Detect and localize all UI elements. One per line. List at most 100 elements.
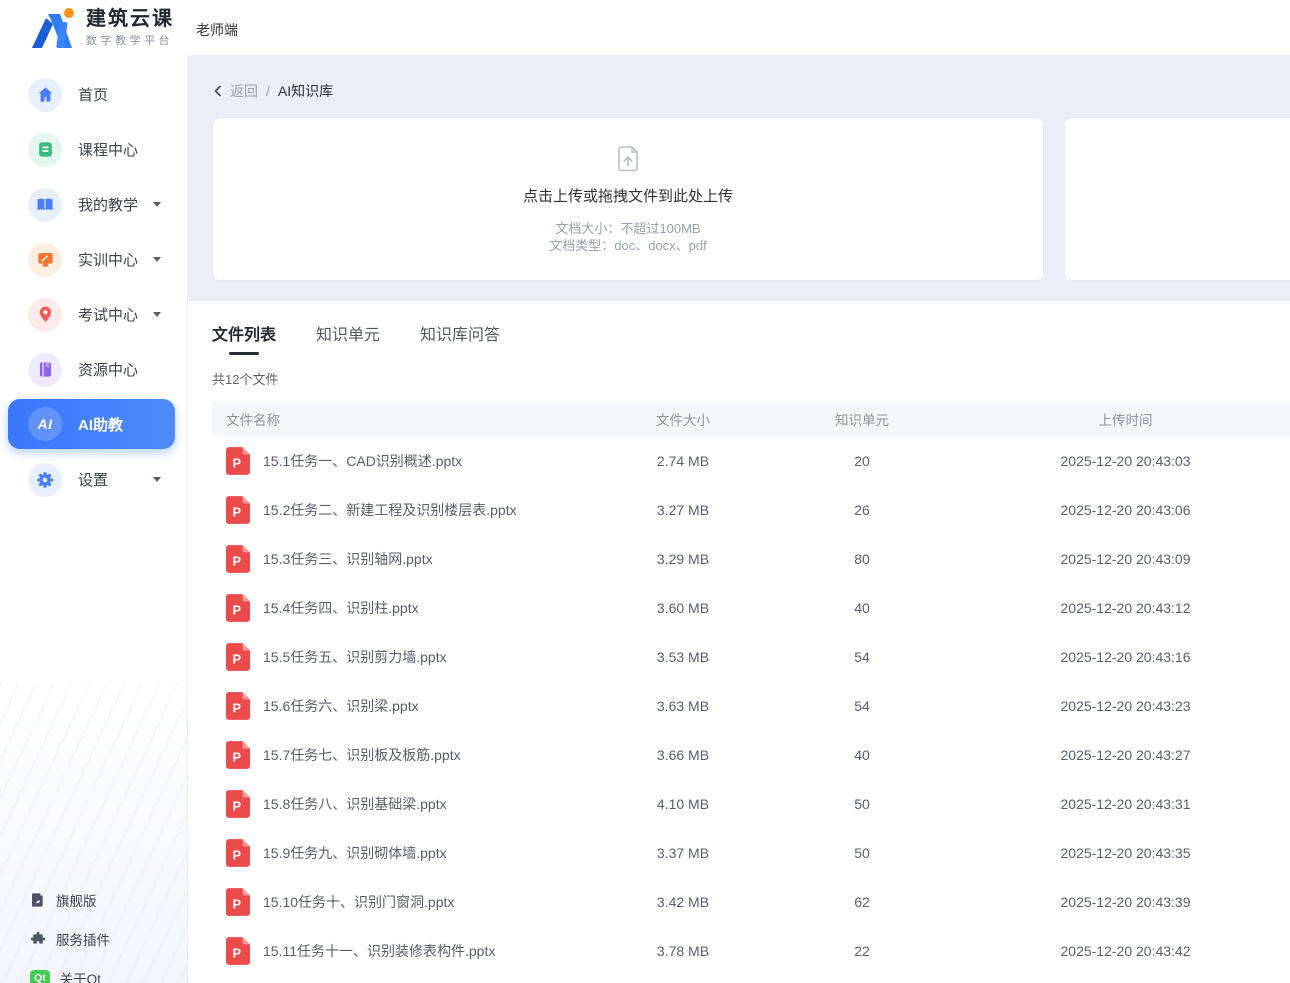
file-name: 15.7任务七、识别板及板筋.pptx: [263, 745, 461, 765]
main-content: 返回 / AI知识库 点击上传或拖拽文件到此处上传 文档大小：不超过100MB …: [188, 55, 1290, 983]
svg-text:P: P: [232, 455, 241, 470]
sidebar-item-label: 资源中心: [78, 359, 138, 380]
knowledge-unit-count: 62: [763, 894, 961, 910]
svg-text:P: P: [232, 553, 241, 568]
upload-type-hint: 文档类型：doc、docx、pdf: [549, 237, 707, 254]
chevron-left-icon[interactable]: [212, 85, 224, 97]
flagship-doc-icon: [30, 892, 46, 908]
pptx-file-icon: P: [226, 839, 250, 867]
sidebar-item-label: AI助教: [78, 414, 123, 435]
brand-logo: 建筑云课 数字教学平台: [0, 6, 174, 50]
upload-time: 2025-12-20 20:43:27: [961, 747, 1290, 763]
ai-brand-logo-icon: [26, 6, 78, 50]
file-name: 15.5任务五、识别剪力墙.pptx: [263, 647, 447, 667]
sidebar-footer: 旗舰版 服务插件 Qt 关于Qt: [0, 880, 187, 983]
upload-time: 2025-12-20 20:43:09: [961, 551, 1290, 567]
sidebar-item-label: 课程中心: [78, 139, 138, 160]
sidebar-item-resource-center[interactable]: 资源中心: [0, 342, 187, 397]
sidebar-item-training-center[interactable]: 实训中心: [0, 232, 187, 287]
table-row[interactable]: P 15.2任务二、新建工程及识别楼层表.pptx 3.27 MB 26 202…: [212, 485, 1290, 534]
chevron-down-icon: [153, 202, 161, 207]
breadcrumb-separator: /: [266, 83, 270, 99]
tab-knowledge-qa[interactable]: 知识库问答: [420, 321, 500, 355]
sidebar-item-home[interactable]: 首页: [0, 67, 187, 122]
chevron-down-icon: [153, 257, 161, 262]
footer-item-about-qt[interactable]: Qt 关于Qt: [30, 958, 187, 983]
secondary-card: [1064, 117, 1290, 281]
svg-text:P: P: [232, 504, 241, 519]
sidebar-item-ai-assistant[interactable]: AI AI助教: [8, 399, 175, 449]
knowledge-unit-count: 20: [763, 453, 961, 469]
knowledge-unit-count: 26: [763, 502, 961, 518]
sidebar-item-label: 我的教学: [78, 194, 138, 215]
file-name: 15.8任务八、识别基础梁.pptx: [263, 794, 447, 814]
gear-icon: [28, 463, 62, 497]
footer-item-flagship[interactable]: 旗舰版: [30, 880, 187, 919]
table-row[interactable]: P 15.8任务八、识别基础梁.pptx 4.10 MB 50 2025-12-…: [212, 779, 1290, 828]
pptx-file-icon: P: [226, 937, 250, 965]
file-size: 4.10 MB: [603, 796, 763, 812]
sidebar-item-settings[interactable]: 设置: [0, 452, 187, 507]
upload-time: 2025-12-20 20:43:31: [961, 796, 1290, 812]
table-row[interactable]: P 15.3任务三、识别轴网.pptx 3.29 MB 80 2025-12-2…: [212, 534, 1290, 583]
upload-file-icon: [613, 145, 643, 175]
sidebar-item-my-teaching[interactable]: 我的教学: [0, 177, 187, 232]
training-monitor-icon: [28, 243, 62, 277]
upload-time: 2025-12-20 20:43:16: [961, 649, 1290, 665]
table-row[interactable]: P 15.1任务一、CAD识别概述.pptx 2.74 MB 20 2025-1…: [212, 436, 1290, 485]
upload-time: 2025-12-20 20:43:23: [961, 698, 1290, 714]
sidebar-item-label: 实训中心: [78, 249, 138, 270]
file-table: 文件名称 文件大小 知识单元 上传时间 P 15.1任务一、CAD识别概述.pp…: [212, 402, 1290, 975]
file-size: 3.53 MB: [603, 649, 763, 665]
file-name: 15.1任务一、CAD识别概述.pptx: [263, 451, 462, 471]
plugin-puzzle-icon: [30, 931, 46, 947]
table-row[interactable]: P 15.9任务九、识别砌体墙.pptx 3.37 MB 50 2025-12-…: [212, 828, 1290, 877]
exam-pin-icon: [28, 298, 62, 332]
sidebar-item-exam-center[interactable]: 考试中心: [0, 287, 187, 342]
file-size: 3.42 MB: [603, 894, 763, 910]
file-size: 3.29 MB: [603, 551, 763, 567]
chevron-down-icon: [153, 477, 161, 482]
table-row[interactable]: P 15.6任务六、识别梁.pptx 3.63 MB 54 2025-12-20…: [212, 681, 1290, 730]
breadcrumb-back-link[interactable]: 返回: [230, 81, 258, 101]
upload-time: 2025-12-20 20:43:42: [961, 943, 1290, 959]
file-table-header: 文件名称 文件大小 知识单元 上传时间: [212, 402, 1290, 436]
footer-item-plugin[interactable]: 服务插件: [30, 919, 187, 958]
footer-item-label: 关于Qt: [60, 968, 101, 983]
upload-time: 2025-12-20 20:43:12: [961, 600, 1290, 616]
upload-size-hint: 文档大小：不超过100MB: [555, 220, 700, 237]
file-name: 15.9任务九、识别砌体墙.pptx: [263, 843, 447, 863]
upload-dropzone[interactable]: 点击上传或拖拽文件到此处上传 文档大小：不超过100MB 文档类型：doc、do…: [212, 117, 1044, 281]
tab-knowledge-units[interactable]: 知识单元: [316, 321, 380, 355]
knowledge-unit-count: 80: [763, 551, 961, 567]
qt-badge-icon: Qt: [30, 970, 50, 983]
file-size: 3.27 MB: [603, 502, 763, 518]
pptx-file-icon: P: [226, 741, 250, 769]
file-size: 3.78 MB: [603, 943, 763, 959]
pptx-file-icon: P: [226, 643, 250, 671]
sidebar-item-course-center[interactable]: 课程中心: [0, 122, 187, 177]
cards-row: 点击上传或拖拽文件到此处上传 文档大小：不超过100MB 文档类型：doc、do…: [212, 117, 1290, 281]
svg-text:P: P: [232, 602, 241, 617]
table-row[interactable]: P 15.4任务四、识别柱.pptx 3.60 MB 40 2025-12-20…: [212, 583, 1290, 632]
table-row[interactable]: P 15.10任务十、识别门窗洞.pptx 3.42 MB 62 2025-12…: [212, 877, 1290, 926]
top-bar: 建筑云课 数字教学平台 老师端: [0, 0, 1290, 55]
ai-badge-icon: AI: [28, 407, 62, 441]
knowledge-unit-count: 50: [763, 845, 961, 861]
table-row[interactable]: P 15.5任务五、识别剪力墙.pptx 3.53 MB 54 2025-12-…: [212, 632, 1290, 681]
table-row[interactable]: P 15.11任务十一、识别装修表构件.pptx 3.78 MB 22 2025…: [212, 926, 1290, 975]
file-name: 15.2任务二、新建工程及识别楼层表.pptx: [263, 500, 517, 520]
knowledge-unit-count: 54: [763, 698, 961, 714]
file-size: 3.63 MB: [603, 698, 763, 714]
file-size: 3.60 MB: [603, 600, 763, 616]
upload-time: 2025-12-20 20:43:35: [961, 845, 1290, 861]
role-label: 老师端: [196, 16, 238, 40]
tab-file-list[interactable]: 文件列表: [212, 321, 276, 355]
knowledge-unit-count: 22: [763, 943, 961, 959]
svg-text:P: P: [232, 700, 241, 715]
pptx-file-icon: P: [226, 888, 250, 916]
table-row[interactable]: P 15.7任务七、识别板及板筋.pptx 3.66 MB 40 2025-12…: [212, 730, 1290, 779]
footer-item-label: 旗舰版: [56, 890, 97, 910]
svg-text:P: P: [232, 651, 241, 666]
brand-name: 建筑云课: [86, 8, 174, 30]
